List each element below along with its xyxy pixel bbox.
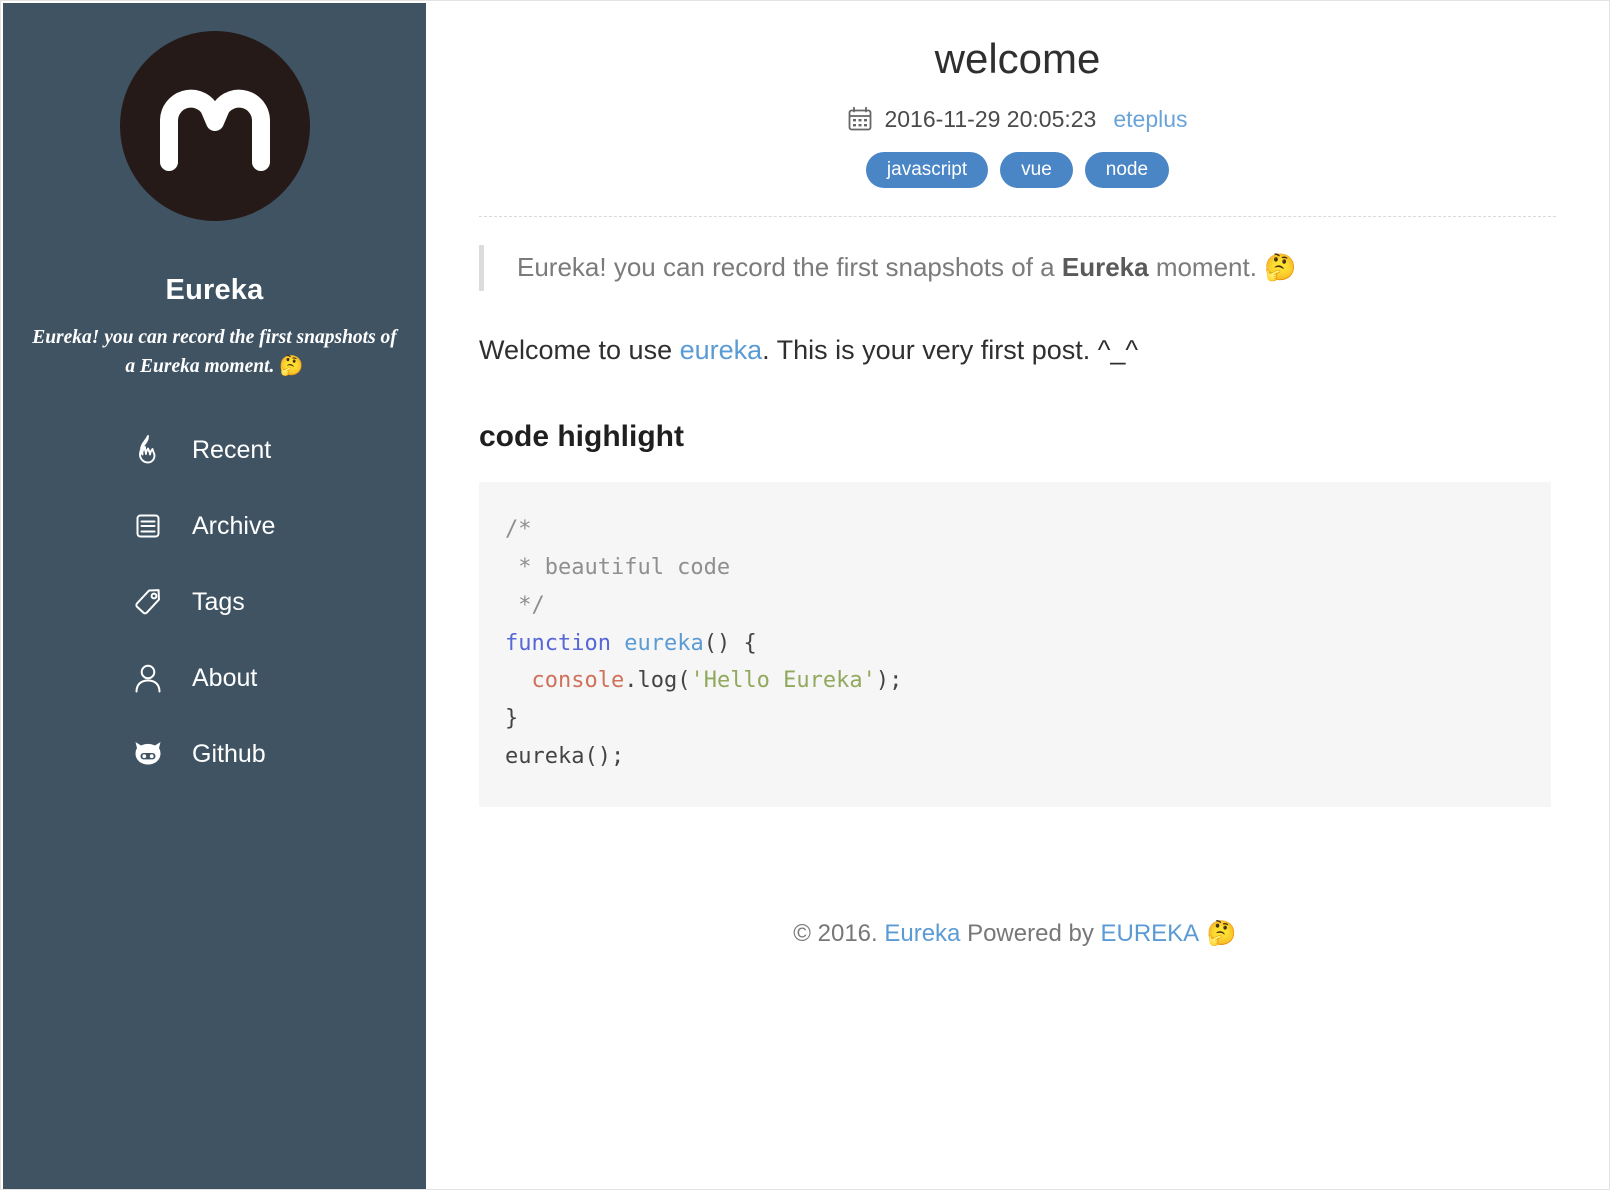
site-logo[interactable] [3, 31, 426, 221]
code-token-comment: /* [505, 516, 532, 542]
code-token-plain: .log( [624, 668, 691, 694]
intro-blockquote: Eureka! you can record the first snapsho… [479, 244, 1551, 291]
code-token-string: 'Hello Eureka' [690, 668, 876, 694]
sidebar-item-label: Github [192, 739, 266, 768]
code-token-comment: */ [505, 592, 545, 618]
code-token-plain: () { [703, 630, 757, 656]
post-meta: 2016-11-29 20:05:23 eteplus [426, 106, 1609, 133]
sidebar-item-github[interactable]: Github [3, 730, 426, 778]
footer-copyright: © 2016. [793, 920, 885, 948]
paragraph-after-link: . This is your very first post. ^_^ [762, 334, 1139, 365]
footer-site-link[interactable]: Eureka [884, 920, 960, 947]
logo-circle [119, 31, 310, 221]
code-token-plain: ); [875, 668, 903, 694]
page-footer: © 2016. Eureka Powered by EUREKA 🤔 [479, 919, 1551, 948]
sidebar: Eureka Eureka! you can record the first … [3, 3, 426, 1189]
sidebar-item-label: About [192, 663, 258, 692]
calendar-icon [847, 106, 873, 132]
code-token-fnname: eureka [624, 630, 704, 656]
intro-paragraph: Welcome to use eureka. This is your very… [479, 331, 1551, 370]
sidebar-item-archive[interactable]: Archive [3, 502, 426, 550]
quote-lead: Eureka! you can record the first snapsho… [517, 251, 1062, 282]
quote-tail: moment. [1148, 251, 1265, 282]
tag-pill[interactable]: javascript [865, 151, 989, 188]
footer-powered-by: Powered by [960, 920, 1101, 948]
post-header: welcome 2016-11-29 20:05:23 eteplus java… [426, 3, 1609, 217]
user-icon [128, 658, 168, 698]
code-token-keyword: function [505, 630, 625, 656]
github-octocat-icon [128, 734, 168, 774]
site-subtitle-emoji: 🤔 [279, 353, 304, 377]
paragraph-before-link: Welcome to use [479, 334, 680, 365]
quote-bold: Eureka [1061, 251, 1149, 282]
tag-icon [128, 582, 168, 622]
sidebar-item-label: Tags [192, 587, 245, 616]
eureka-m-logo-icon [159, 89, 270, 171]
site-subtitle-text: Eureka! you can record the first snapsho… [32, 327, 397, 377]
code-block: /* * beautiful code */ function eureka()… [479, 481, 1551, 808]
eureka-link[interactable]: eureka [680, 335, 763, 365]
post-date: 2016-11-29 20:05:23 [884, 105, 1097, 132]
sidebar-item-recent[interactable]: Recent [3, 426, 426, 474]
code-content: /* * beautiful code */ function eureka()… [505, 517, 902, 770]
archive-drawer-icon [128, 506, 168, 546]
code-token-comment: * beautiful code [505, 554, 731, 580]
tag-pill[interactable]: node [1084, 151, 1170, 188]
sidebar-item-label: Recent [192, 435, 272, 464]
sidebar-item-about[interactable]: About [3, 654, 426, 702]
post-tags: javascript vue node [426, 151, 1609, 188]
code-token-plain: eureka(); [505, 744, 625, 770]
footer-emoji: 🤔 [1199, 919, 1237, 948]
post-body: Eureka! you can record the first snapsho… [426, 244, 1609, 949]
footer-engine-link[interactable]: EUREKA [1100, 920, 1199, 947]
main-content: welcome 2016-11-29 20:05:23 eteplus java… [426, 3, 1609, 1189]
quote-emoji: 🤔 [1264, 252, 1297, 283]
page-title: welcome [934, 35, 1101, 82]
site-subtitle: Eureka! you can record the first snapsho… [30, 324, 400, 380]
header-divider [479, 215, 1556, 217]
sidebar-item-tags[interactable]: Tags [3, 578, 426, 626]
blog-page: Eureka Eureka! you can record the first … [0, 0, 1610, 1190]
tag-pill[interactable]: vue [1000, 151, 1073, 188]
code-token-builtin: console [531, 668, 625, 694]
post-author-link[interactable]: eteplus [1113, 106, 1187, 133]
flame-icon [128, 430, 168, 470]
sidebar-nav: Recent Archive Tags About Github [3, 426, 426, 778]
code-token-plain: } [505, 706, 519, 732]
section-heading: code highlight [479, 419, 684, 453]
site-title: Eureka [165, 274, 264, 306]
sidebar-item-label: Archive [192, 511, 276, 540]
